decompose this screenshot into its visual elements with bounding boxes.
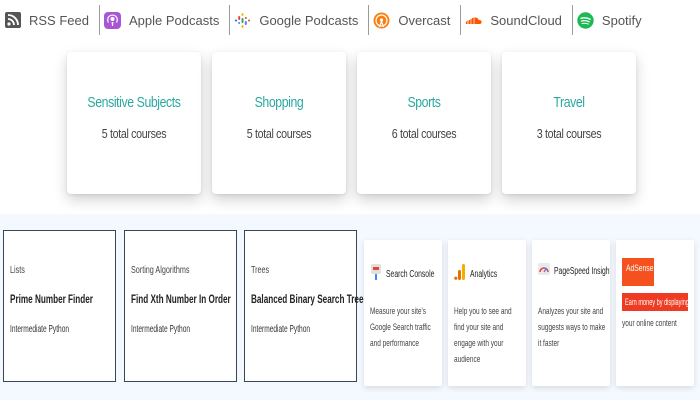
course-title: Balanced Binary Search Tree <box>251 292 364 306</box>
rss-feed-label: RSS Feed <box>29 12 89 28</box>
tool-description-highlight: Earn money by displaying ads from <box>625 297 694 307</box>
course-category: Sorting Algorithms <box>131 265 190 276</box>
soundcloud-link[interactable]: SoundCloud <box>461 0 572 40</box>
tool-name: Search Console <box>386 269 435 280</box>
spotify-label: Spotify <box>601 12 642 28</box>
category-course-count: 3 total courses <box>536 126 602 141</box>
category-card-shopping[interactable]: Shopping 5 total courses <box>212 52 346 194</box>
apple-podcasts-label: Apple Podcasts <box>128 12 220 28</box>
rss-feed-link[interactable]: RSS Feed <box>0 0 99 40</box>
category-card-travel[interactable]: Travel 3 total courses <box>502 52 636 194</box>
apple-podcasts-link[interactable]: Apple Podcasts <box>100 0 229 40</box>
category-card-sports[interactable]: Sports 6 total courses <box>357 52 491 194</box>
course-level: Intermediate Python <box>10 324 70 335</box>
spotify-link[interactable]: Spotify <box>573 0 652 40</box>
pagespeed-icon <box>538 262 550 281</box>
course-level: Intermediate Python <box>251 324 311 335</box>
course-title: Prime Number Finder <box>10 292 93 306</box>
category-title: Travel <box>553 94 585 111</box>
tool-name: PageSpeed Insights <box>554 266 610 277</box>
course-category: Lists <box>10 265 25 276</box>
category-course-count: 6 total courses <box>391 126 457 141</box>
tool-card-search-console[interactable]: Search Console Measure your site's Googl… <box>364 240 442 386</box>
category-title: Shopping <box>254 94 304 111</box>
spotify-icon <box>577 11 594 29</box>
overcast-link[interactable]: Overcast <box>369 0 460 40</box>
category-card-sensitive-subjects[interactable]: Sensitive Subjects 5 total courses <box>67 52 201 194</box>
tool-card-pagespeed-insights[interactable]: PageSpeed Insights Analyzes your site an… <box>532 240 610 386</box>
course-card-find-xth-number[interactable]: Sorting Algorithms Find Xth Number In Or… <box>124 230 237 382</box>
analytics-icon <box>454 262 466 287</box>
category-course-count: 5 total courses <box>246 126 312 141</box>
adsense-icon: AdSense <box>622 258 654 286</box>
tool-description: your online content <box>622 318 677 328</box>
tool-description: Help you to see and find your site and e… <box>454 306 512 364</box>
category-title: Sports <box>407 94 441 111</box>
course-card-prime-number-finder[interactable]: Lists Prime Number Finder Intermediate P… <box>3 230 116 382</box>
podcast-links-bar: RSS Feed Apple Podcasts Google Podcasts <box>0 0 700 40</box>
adsense-highlight-banner: Earn money by displaying ads from <box>622 293 694 311</box>
course-category: Trees <box>251 265 270 276</box>
tool-description: Measure your site's Google Search traffi… <box>370 306 431 348</box>
category-course-count: 5 total courses <box>101 126 167 141</box>
soundcloud-label: SoundCloud <box>490 12 562 28</box>
tool-name: Analytics <box>470 269 498 280</box>
apple-podcasts-icon <box>103 11 121 29</box>
overcast-label: Overcast <box>398 12 451 28</box>
google-podcasts-link[interactable]: Google Podcasts <box>230 0 368 40</box>
category-title: Sensitive Subjects <box>87 94 181 111</box>
search-console-icon <box>370 262 382 287</box>
tool-card-analytics[interactable]: Analytics Help you to see and find your … <box>448 240 526 386</box>
tool-name: AdSense <box>626 263 654 273</box>
rss-icon <box>4 12 21 29</box>
course-level: Intermediate Python <box>131 324 191 335</box>
soundcloud-icon <box>465 12 483 29</box>
overcast-icon <box>373 12 390 29</box>
course-title: Find Xth Number In Order <box>131 292 231 306</box>
google-podcasts-label: Google Podcasts <box>259 12 359 28</box>
course-card-balanced-binary-search-tree[interactable]: Trees Balanced Binary Search Tree Interm… <box>244 230 363 382</box>
google-podcasts-icon <box>234 12 251 29</box>
tool-description: Analyzes your site and suggests ways to … <box>538 306 606 348</box>
tool-card-adsense[interactable]: AdSense Earn money by displaying ads fro… <box>616 240 694 386</box>
